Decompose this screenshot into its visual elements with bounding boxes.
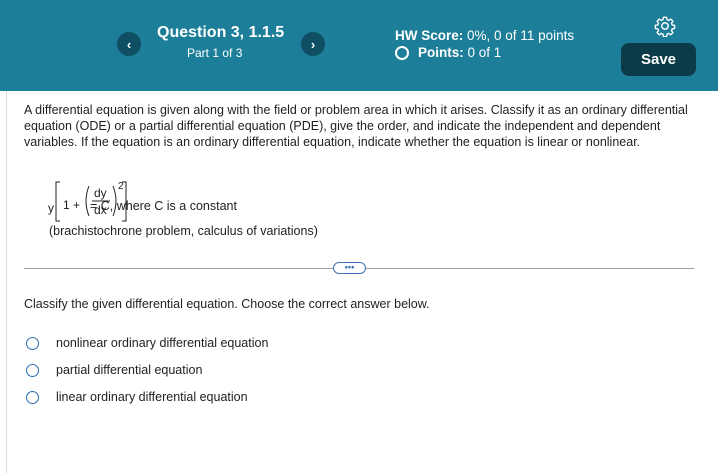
answer-option-linear-ode[interactable]: linear ordinary differential equation <box>26 390 248 404</box>
radio-button[interactable] <box>26 390 39 404</box>
chevron-right-icon: › <box>310 36 316 52</box>
hw-score-label: HW Score: <box>395 28 464 43</box>
next-question-button[interactable]: › <box>301 32 325 56</box>
previous-question-button[interactable]: ‹ <box>117 32 141 56</box>
equation-suffix: = C, where C is a constant <box>90 199 237 213</box>
answer-option-pde[interactable]: partial differential equation <box>26 363 202 377</box>
question-part: Part 1 of 3 <box>187 46 243 60</box>
equation-y: y <box>48 201 54 215</box>
left-divider <box>6 91 7 473</box>
equation-numerator: dy <box>94 186 107 200</box>
answer-option-nonlinear-ode[interactable]: nonlinear ordinary differential equation <box>26 336 268 350</box>
question-title: Question 3, 1.1.5 <box>157 24 285 41</box>
save-button[interactable]: Save <box>621 43 696 76</box>
points-label: Points: <box>418 45 464 60</box>
question-header: ‹ Question 3, 1.1.5 Part 1 of 3 › HW Sco… <box>0 0 718 91</box>
answer-instruction: Classify the given differential equation… <box>24 297 430 311</box>
answer-option-label: linear ordinary differential equation <box>56 390 248 404</box>
equation-one-plus: 1 + <box>63 198 81 212</box>
hw-score: HW Score: 0%, 0 of 11 points <box>395 28 574 43</box>
problem-context: (brachistochrone problem, calculus of va… <box>49 224 318 238</box>
points: Points: 0 of 1 <box>395 45 501 60</box>
gear-icon[interactable] <box>654 15 676 37</box>
radio-button[interactable] <box>26 336 39 350</box>
problem-prompt: A differential equation is given along w… <box>24 103 688 149</box>
answer-option-label: nonlinear ordinary differential equation <box>56 336 269 350</box>
points-value: 0 of 1 <box>467 45 502 60</box>
hw-score-value: 0%, 0 of 11 points <box>467 28 575 43</box>
expand-more-button[interactable]: ••• <box>333 262 366 274</box>
chevron-left-icon: ‹ <box>126 36 132 52</box>
answer-option-label: partial differential equation <box>56 363 203 377</box>
progress-ring-icon <box>395 45 409 60</box>
equation-exponent: 2 <box>118 181 124 192</box>
radio-button[interactable] <box>26 363 39 377</box>
